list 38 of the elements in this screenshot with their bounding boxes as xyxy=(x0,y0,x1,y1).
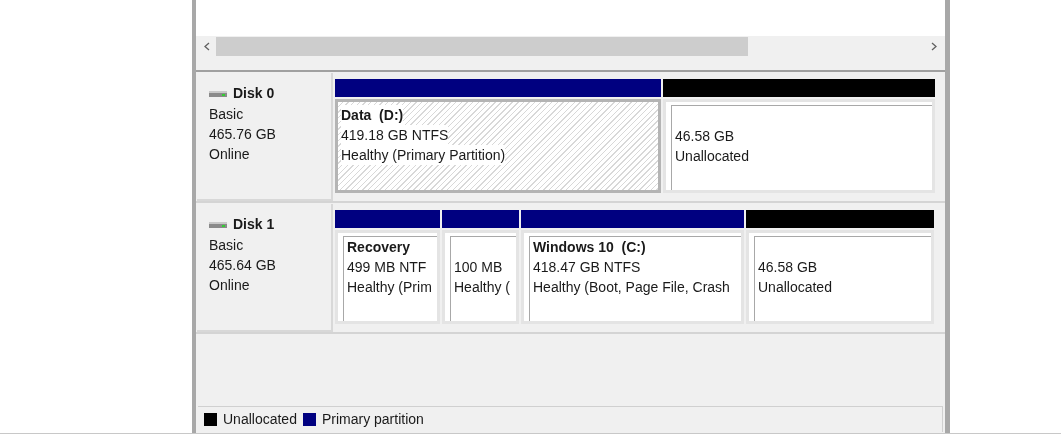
partition-name: Recovery xyxy=(347,238,411,257)
partition-size: 46.58 GB xyxy=(675,127,735,146)
partition-status: Unallocated xyxy=(758,278,832,297)
disk-name: Disk 1 xyxy=(233,215,275,234)
disk-status: Online xyxy=(209,145,251,164)
partition-name: Windows 10 (C:) xyxy=(533,238,646,257)
partition-size: 499 MB NTF xyxy=(347,258,427,277)
partition-size: 419.18 GB NTFS xyxy=(341,125,449,145)
partition-block[interactable]: 46.58 GB Unallocated xyxy=(746,230,934,324)
partition-status: Healthy ( xyxy=(454,278,511,297)
disk-type: Basic xyxy=(209,236,245,255)
scrollbar-thumb[interactable] xyxy=(216,37,748,56)
disk-size: 465.76 GB xyxy=(209,125,277,144)
disk-name: Disk 0 xyxy=(233,84,275,103)
scroll-right-icon[interactable] xyxy=(931,42,937,51)
partition-status: Unallocated xyxy=(675,147,749,166)
disk-drive-icon xyxy=(209,220,227,229)
legend-label: Primary partition xyxy=(321,410,424,429)
disk-drive-icon xyxy=(209,89,227,98)
disk-status: Online xyxy=(209,276,251,295)
partition-block[interactable]: 100 MB Healthy ( xyxy=(442,230,519,324)
partition-size: 418.47 GB NTFS xyxy=(533,258,641,277)
partition-status: Healthy (Prim xyxy=(347,278,432,297)
scroll-left-icon[interactable] xyxy=(204,42,210,51)
partition-size: 100 MB xyxy=(454,258,503,277)
partition-status: Healthy (Primary Partition) xyxy=(341,145,506,165)
disk-size: 465.64 GB xyxy=(209,256,277,275)
partition-block[interactable]: Windows 10 (C:) 418.47 GB NTFS Healthy (Boot, Page File, Crash xyxy=(521,230,744,324)
disk-label-panel[interactable]: Disk 0 Basic 465.76 GB Online xyxy=(197,73,333,201)
partition-status: Healthy (Boot, Page File, Crash xyxy=(533,278,730,297)
partition-block[interactable]: Recovery 499 MB NTF Healthy (Prim xyxy=(335,230,440,324)
partition-block[interactable]: 46.58 GB Unallocated xyxy=(663,99,935,193)
disk-label-panel[interactable]: Disk 1 Basic 465.64 GB Online xyxy=(197,204,333,332)
disk-type: Basic xyxy=(209,105,245,124)
partition-name: Data (D:) xyxy=(341,105,404,125)
partition-size: 46.58 GB xyxy=(758,258,818,277)
legend-label: Unallocated xyxy=(223,410,297,429)
partition-block[interactable]: Data (D:) 419.18 GB NTFS Healthy (Primary Partition) xyxy=(335,99,661,193)
